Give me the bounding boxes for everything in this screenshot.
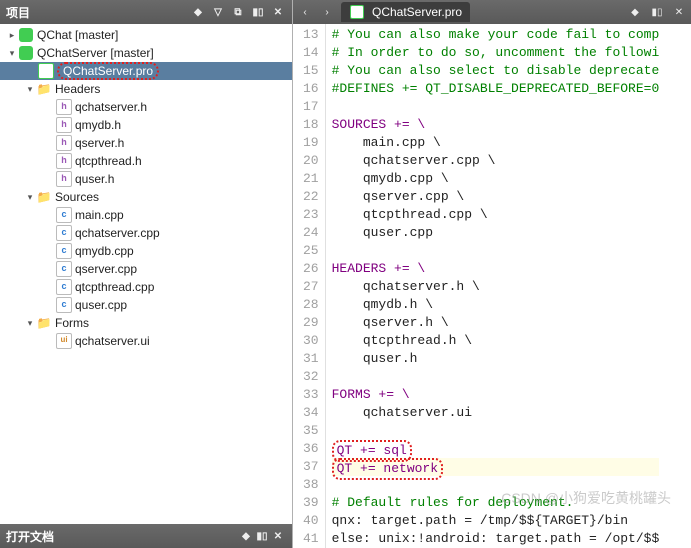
folder-icon [36, 315, 52, 331]
open-docs-title: 打开文档 [6, 528, 54, 545]
tree-item-qchatserver[interactable]: ▾ QChatServer [master] [0, 44, 292, 62]
dropdown-icon[interactable]: ◆ [238, 528, 254, 544]
code-line[interactable]: HEADERS += \ [332, 260, 660, 278]
tree-item-source[interactable]: qserver.cpp [0, 260, 292, 278]
tree-item-header[interactable]: qmydb.h [0, 116, 292, 134]
close-editor-icon[interactable]: ✕ [671, 4, 687, 20]
qt-project-icon [18, 45, 34, 61]
cpp-file-icon [56, 261, 72, 277]
open-docs-header: 打开文档 ◆ ▮▯ ✕ [0, 524, 292, 548]
project-panel-header: 项目 ◆ ▽ ⧉ ▮▯ ✕ [0, 0, 292, 24]
project-tree[interactable]: ▸ QChat [master] ▾ QChatServer [master] … [0, 24, 292, 524]
code-line[interactable] [332, 242, 660, 260]
dropdown-icon[interactable]: ◆ [627, 4, 643, 20]
code-line[interactable]: FORMS += \ [332, 386, 660, 404]
code-line[interactable] [332, 98, 660, 116]
split-icon[interactable]: ▮▯ [250, 4, 266, 20]
close-icon[interactable]: ✕ [270, 528, 286, 544]
cpp-file-icon [56, 225, 72, 241]
split-editor-icon[interactable]: ▮▯ [649, 4, 665, 20]
code-line[interactable]: # You can also make your code fail to co… [332, 26, 660, 44]
code-area[interactable]: # You can also make your code fail to co… [326, 24, 660, 548]
project-panel-title: 项目 [6, 4, 30, 21]
chevron-right-icon[interactable]: ▸ [6, 29, 18, 41]
header-file-icon [56, 153, 72, 169]
code-line[interactable]: qchatserver.cpp \ [332, 152, 660, 170]
dropdown-icon[interactable]: ◆ [190, 4, 206, 20]
code-line[interactable]: qtcpthread.h \ [332, 332, 660, 350]
editor-tab[interactable]: QChatServer.pro [341, 2, 470, 22]
tree-item-source[interactable]: qchatserver.cpp [0, 224, 292, 242]
chevron-down-icon[interactable]: ▾ [24, 317, 36, 329]
qt-project-icon [18, 27, 34, 43]
code-line[interactable]: qmydb.h \ [332, 296, 660, 314]
tree-item-pro-file[interactable]: QChatServer.pro [0, 62, 292, 80]
code-line[interactable]: # Default rules for deployment. [332, 494, 660, 512]
code-line[interactable]: quser.cpp [332, 224, 660, 242]
nav-fwd-icon[interactable]: › [319, 4, 335, 20]
code-line[interactable]: # In order to do so, uncomment the follo… [332, 44, 660, 62]
pro-file-icon [349, 4, 365, 20]
chevron-down-icon[interactable]: ▾ [24, 191, 36, 203]
code-line[interactable] [332, 422, 660, 440]
code-line[interactable]: qnx: target.path = /tmp/$${TARGET}/bin [332, 512, 660, 530]
editor-tabbar: ‹ › QChatServer.pro ◆ ▮▯ ✕ [293, 0, 691, 24]
cpp-file-icon [56, 207, 72, 223]
header-file-icon [56, 171, 72, 187]
code-line[interactable]: quser.h [332, 350, 660, 368]
code-line[interactable] [332, 368, 660, 386]
tree-item-source[interactable]: qmydb.cpp [0, 242, 292, 260]
code-line[interactable]: QT += network [332, 458, 660, 476]
cpp-file-icon [56, 297, 72, 313]
code-line[interactable]: qmydb.cpp \ [332, 170, 660, 188]
tree-item-form[interactable]: qchatserver.ui [0, 332, 292, 350]
tree-item-source[interactable]: qtcpthread.cpp [0, 278, 292, 296]
code-line[interactable]: # You can also select to disable depreca… [332, 62, 660, 80]
code-line[interactable]: qserver.h \ [332, 314, 660, 332]
tree-item-headers-folder[interactable]: ▾ Headers [0, 80, 292, 98]
code-line[interactable]: qtcpthread.cpp \ [332, 206, 660, 224]
code-line[interactable]: qserver.cpp \ [332, 188, 660, 206]
cpp-file-icon [56, 279, 72, 295]
folder-icon [36, 81, 52, 97]
tree-item-header[interactable]: quser.h [0, 170, 292, 188]
tree-item-header[interactable]: qtcpthread.h [0, 152, 292, 170]
code-line[interactable]: main.cpp \ [332, 134, 660, 152]
tree-item-source[interactable]: main.cpp [0, 206, 292, 224]
header-file-icon [56, 135, 72, 151]
chevron-down-icon[interactable]: ▾ [6, 47, 18, 59]
tab-label: QChatServer.pro [372, 5, 462, 19]
ui-file-icon [56, 333, 72, 349]
header-file-icon [56, 99, 72, 115]
code-editor[interactable]: 1314151617181920212223242526272829303132… [293, 24, 691, 548]
code-line[interactable]: SOURCES += \ [332, 116, 660, 134]
chevron-down-icon[interactable]: ▾ [24, 83, 36, 95]
nav-back-icon[interactable]: ‹ [297, 4, 313, 20]
tree-item-source[interactable]: quser.cpp [0, 296, 292, 314]
code-line[interactable]: QT += sql [332, 440, 660, 458]
tree-item-header[interactable]: qserver.h [0, 134, 292, 152]
close-panel-icon[interactable]: ✕ [270, 4, 286, 20]
selected-file-label: QChatServer.pro [57, 62, 159, 80]
tree-item-qchat[interactable]: ▸ QChat [master] [0, 26, 292, 44]
code-line[interactable]: qchatserver.ui [332, 404, 660, 422]
folder-icon [36, 189, 52, 205]
tree-item-forms-folder[interactable]: ▾ Forms [0, 314, 292, 332]
code-line[interactable]: qchatserver.h \ [332, 278, 660, 296]
tree-item-header[interactable]: qchatserver.h [0, 98, 292, 116]
filter-icon[interactable]: ▽ [210, 4, 226, 20]
code-line[interactable]: else: unix:!android: target.path = /opt/… [332, 530, 660, 548]
line-gutter: 1314151617181920212223242526272829303132… [293, 24, 326, 548]
code-line[interactable]: #DEFINES += QT_DISABLE_DEPRECATED_BEFORE… [332, 80, 660, 98]
tree-item-sources-folder[interactable]: ▾ Sources [0, 188, 292, 206]
pro-file-icon [38, 63, 54, 79]
split-icon[interactable]: ▮▯ [254, 528, 270, 544]
cpp-file-icon [56, 243, 72, 259]
link-icon[interactable]: ⧉ [230, 4, 246, 20]
header-file-icon [56, 117, 72, 133]
